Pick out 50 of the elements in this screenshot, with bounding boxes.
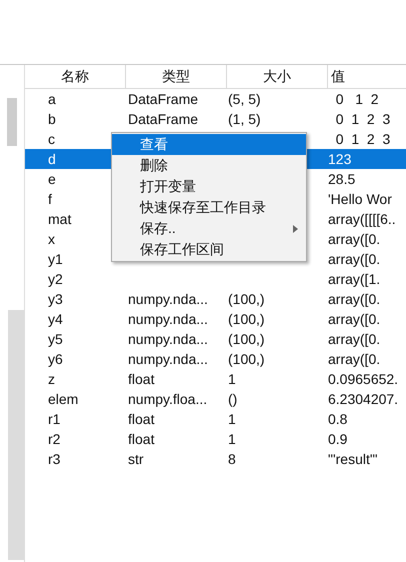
table-cell-text: 0 1 2 3 xyxy=(334,111,390,127)
table-cell: (5, 5) xyxy=(228,91,261,107)
table-cell: 1 xyxy=(228,431,236,447)
table-cell: float xyxy=(128,371,154,387)
table-cell: array([0. xyxy=(328,291,380,307)
table-cell: r2 xyxy=(48,431,60,447)
table-cell: () xyxy=(228,391,238,407)
table-cell: 1 xyxy=(228,371,236,387)
table-cell: float xyxy=(128,431,154,447)
table-cell: "'result'" xyxy=(328,451,378,467)
table-cell: elem xyxy=(48,391,78,407)
table-cell: array([0. xyxy=(328,331,380,347)
table-cell: y6 xyxy=(48,351,63,367)
table-cell: r3 xyxy=(48,451,60,467)
table-cell: 123 xyxy=(328,151,352,167)
table-cell: y1 xyxy=(48,251,63,267)
table-cell: (1, 5) xyxy=(228,111,261,127)
table-cell: float xyxy=(128,411,154,427)
table-cell: (100,) xyxy=(228,291,265,307)
table-cell: array([0. xyxy=(328,251,380,267)
table-cell: numpy.nda... xyxy=(128,351,208,367)
table-cell: y4 xyxy=(48,311,63,327)
table-cell: numpy.nda... xyxy=(128,291,208,307)
table-cell: (100,) xyxy=(228,311,265,327)
table-cell: (100,) xyxy=(228,351,265,367)
table-cell: numpy.nda... xyxy=(128,311,208,327)
table-cell: DataFrame xyxy=(128,91,198,107)
table-cell: a xyxy=(48,91,56,107)
table-cell: 1 xyxy=(228,411,236,427)
table-cell: z xyxy=(48,371,55,387)
table-cell: 0.9 xyxy=(328,431,348,447)
table-cell: r1 xyxy=(48,411,60,427)
table-cell: array([1. xyxy=(328,271,380,287)
table-cell: b xyxy=(48,111,56,127)
table-cell: 8 xyxy=(228,451,236,467)
table-cell: y5 xyxy=(48,331,63,347)
table-cell: 0.8 xyxy=(328,411,348,427)
table-cell: DataFrame xyxy=(128,111,198,127)
table-cell: y2 xyxy=(48,271,63,287)
table-cell: y3 xyxy=(48,291,63,307)
table-cell: numpy.nda... xyxy=(128,331,208,347)
table-cell: str xyxy=(128,451,144,467)
table-cell: 0.0965652. xyxy=(328,371,398,387)
table-cell: array([0. xyxy=(328,311,380,327)
table-cell-text: 0 1 2 xyxy=(334,91,379,107)
table-cell: array([0. xyxy=(328,351,380,367)
table-cell: 6.2304207. xyxy=(328,391,398,407)
table-cell: d xyxy=(48,151,56,167)
table-cell: numpy.floa... xyxy=(128,391,208,407)
table-cell: (100,) xyxy=(228,331,265,347)
